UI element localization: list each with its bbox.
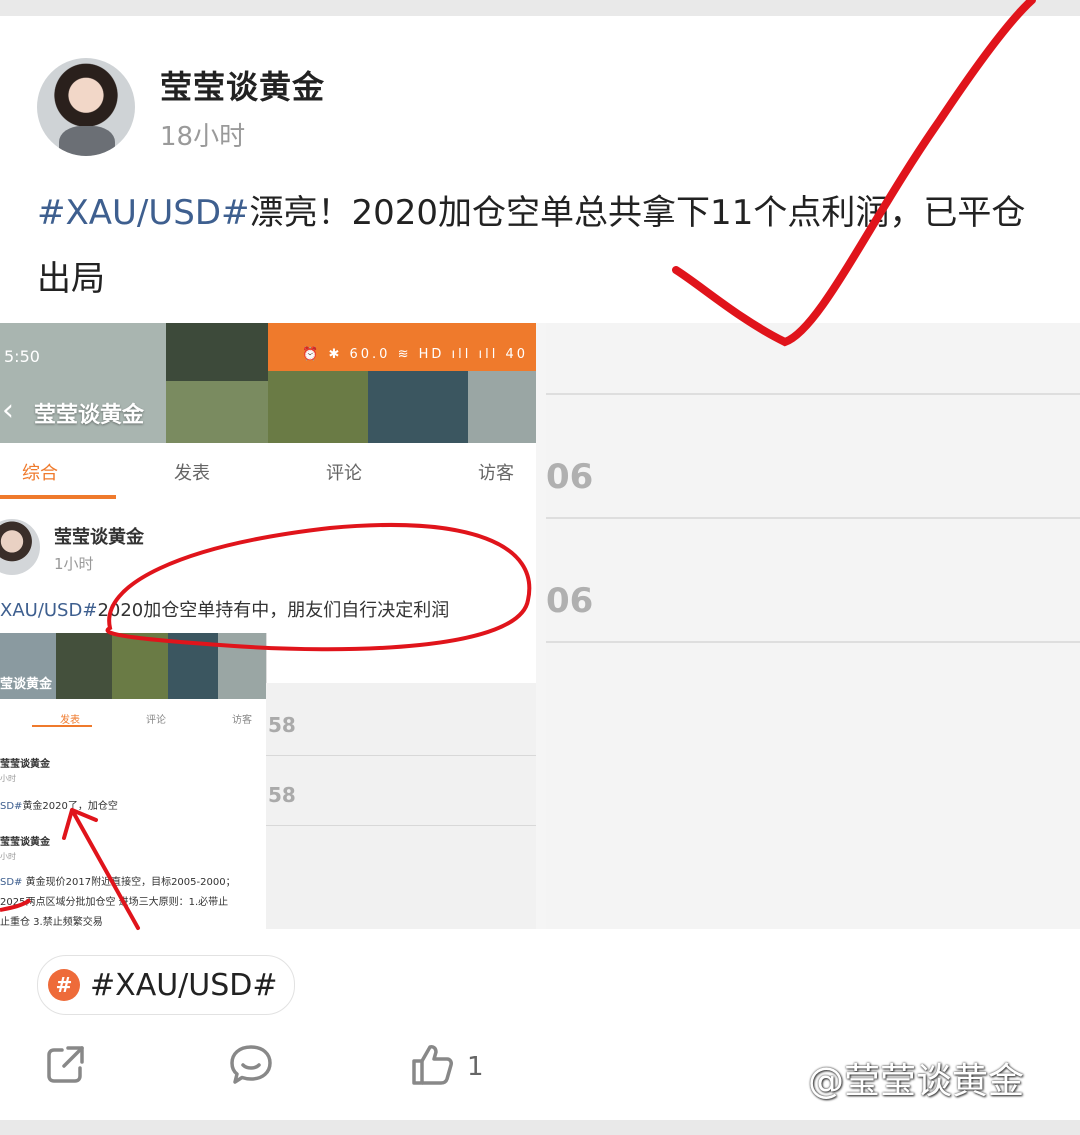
share-button[interactable] [44,1042,88,1090]
embedded-avatar [0,519,40,575]
embedded-profile-banner: 5:50 ⏰ ✱ 60.0 ≋ HD ıll ıll 40 ‹ 莹莹谈黄金 [0,323,536,443]
status-time: 5:50 [4,347,40,366]
embedded-post-body: 2020加仓空单持有中，朋友们自行决定利润 [97,600,450,621]
nested-text-1: SD#黄金2020了，加仓空 [0,801,118,812]
embedded-tabs: 综合 发表 评论 访客 [0,445,536,501]
embedded-post-time: 1小时 [54,555,94,573]
strip-number: 58 [268,713,296,737]
banner-photo [268,371,368,443]
share-icon [47,1046,84,1083]
post-text: #XAU/USD#漂亮！2020加仓空单总共拿下11个点利润，已平仓出局 [37,180,1047,312]
nested-author-1: 莹莹谈黄金 [0,759,50,770]
post-hashtag-link[interactable]: #XAU/USD# [37,193,250,233]
nested-tab-underline [32,725,92,727]
nested-text-2b: 2025两点区域分批加仓空 进场三大原则：1.必带止 [0,897,229,908]
nested-profile-name: 莹谈黄金 [0,677,53,692]
hashtag-icon: # [48,969,80,1001]
embedded-post-tag: XAU/USD# [0,600,98,621]
post-image[interactable]: 5:50 ⏰ ✱ 60.0 ≋ HD ıll ıll 40 ‹ 莹莹谈黄金 综合… [0,323,1080,929]
like-count: 1 [467,1052,484,1082]
embedded-list-strip: 58 58 [266,683,536,929]
banner-photo [468,371,536,443]
nested-screenshot: 莹谈黄金 发表 评论 访客 莹莹谈黄金 小时 SD#黄金2020了，加仓空 莹莹… [0,633,266,929]
topic-label: #XAU/USD# [90,967,278,1003]
post-time: 18小时 [160,122,246,152]
embedded-profile-name: 莹莹谈黄金 [34,403,145,428]
embedded-status-bar: 5:50 ⏰ ✱ 60.0 ≋ HD ıll ıll 40 [0,347,536,371]
tab-comments: 评论 [326,463,362,484]
author-name[interactable]: 莹莹谈黄金 [160,62,325,108]
nested-author-2: 莹莹谈黄金 [0,837,50,848]
tab-overview: 综合 [22,463,58,484]
nested-time-2: 小时 [0,852,16,861]
embedded-post-text: XAU/USD#2020加仓空单持有中，朋友们自行决定利润 [0,596,449,622]
nested-text-2a: SD# 黄金现价2017附近直接空，目标2005-2000； [0,877,236,888]
tab-visitors: 访客 [478,463,514,484]
comment-button[interactable] [228,1042,274,1092]
right-panel-number: 06 [546,581,594,621]
nested-text-2c: 止重仓 3.禁止频繁交易 [0,917,103,928]
right-panel-number: 06 [546,457,594,497]
embedded-phone-screenshot: 5:50 ⏰ ✱ 60.0 ≋ HD ıll ıll 40 ‹ 莹莹谈黄金 综合… [0,323,536,929]
tab-underline [0,495,116,499]
strip-number: 58 [268,783,296,807]
back-arrow-icon: ‹ [2,393,14,428]
embedded-right-panel: 06 06 [546,323,1080,929]
watermark: @莹莹谈黄金 [808,1061,1025,1102]
tab-posts: 发表 [174,463,210,484]
comment-icon [230,1045,272,1084]
status-icons: ⏰ ✱ 60.0 ≋ HD ıll ıll 40 [302,347,528,362]
topic-chip[interactable]: # #XAU/USD# [37,955,295,1015]
like-button[interactable] [410,1042,456,1092]
banner-photo [166,381,268,443]
thumbs-up-icon [412,1045,453,1085]
author-avatar[interactable] [37,58,135,156]
nested-tab-comments: 评论 [146,715,166,726]
nested-tab-posts: 发表 [60,715,80,726]
banner-photo [368,371,468,443]
nested-tab-visitors: 访客 [232,715,252,726]
embedded-post-author: 莹莹谈黄金 [54,527,144,548]
nested-time-1: 小时 [0,774,16,783]
